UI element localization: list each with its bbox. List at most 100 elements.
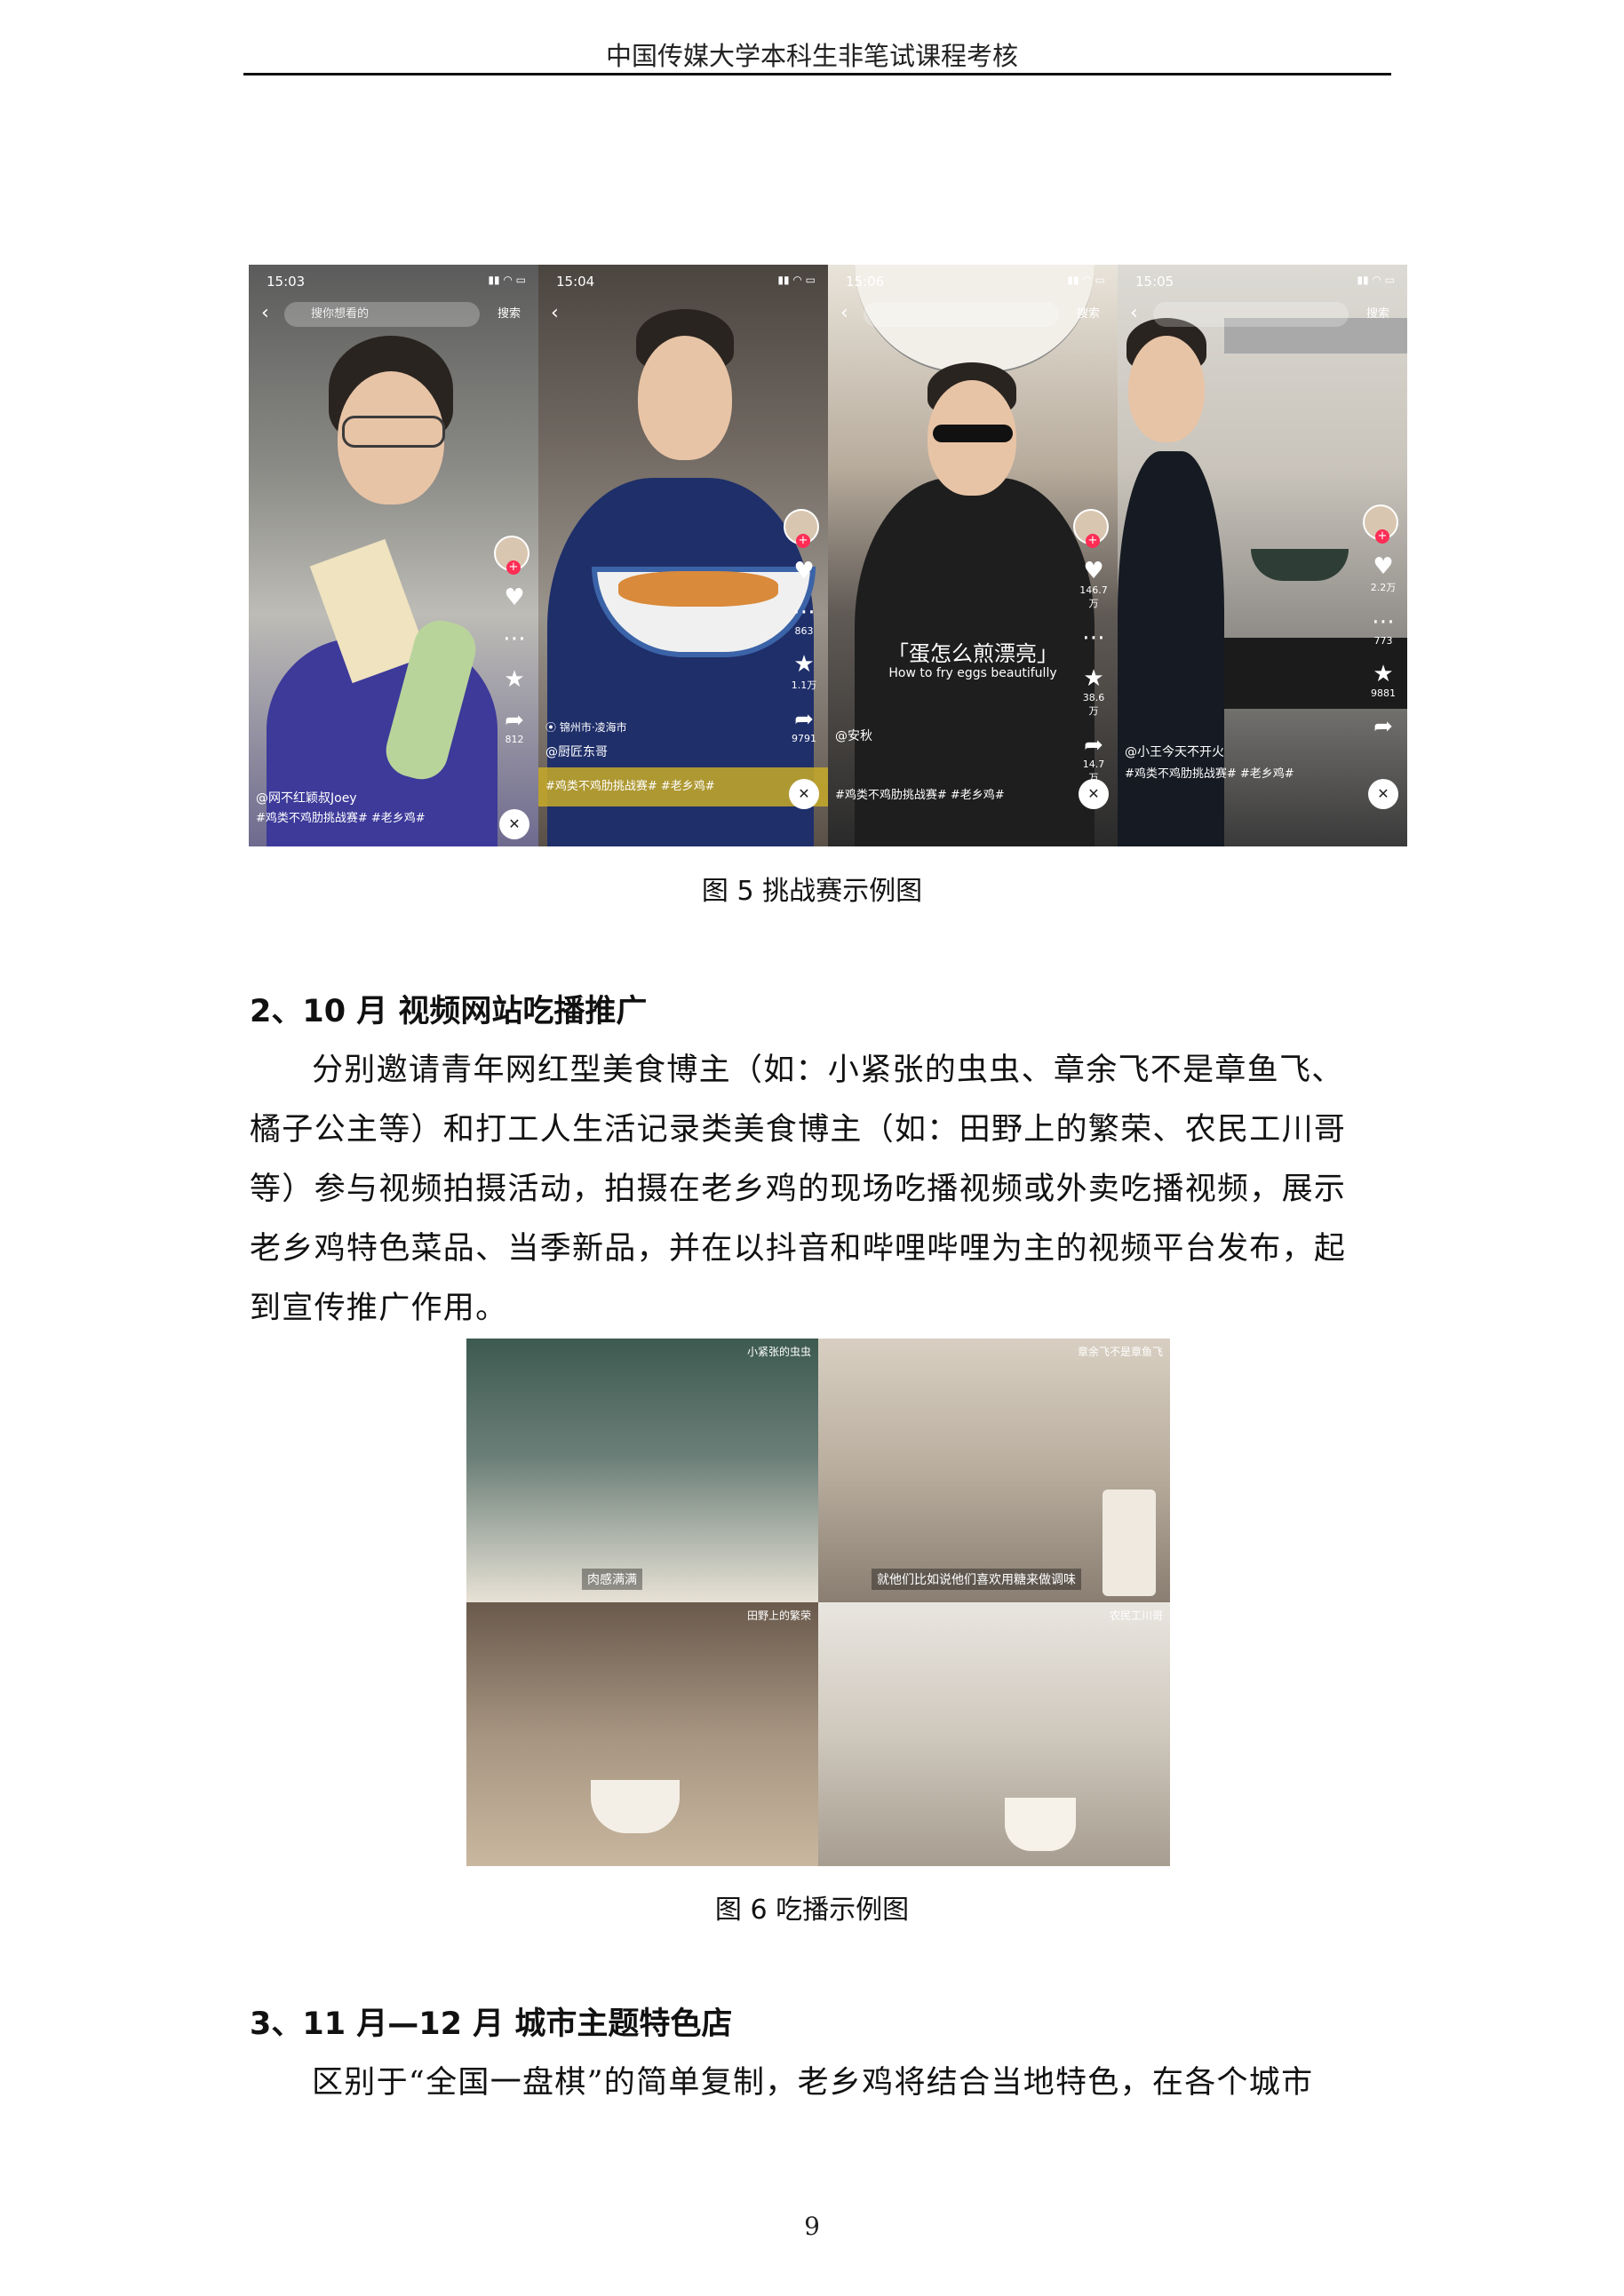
star-icon[interactable]: ★: [789, 651, 819, 678]
video-background: [466, 1339, 818, 1602]
mukbang-tile-2: 章余飞不是章鱼飞 就他们比如说他们喜欢用糖来做调味: [818, 1339, 1170, 1602]
action-column: ♥ 2.2万 ⋯ 773 ★ 9881 ➦: [1368, 553, 1398, 754]
search-input[interactable]: [864, 302, 1059, 327]
food: [618, 571, 778, 607]
mukbang-tile-1: 小紧张的虫虫 肉感满满: [466, 1339, 818, 1602]
signal-icons: ▮▮ ◠ ▭: [1357, 274, 1395, 286]
mukbang-tile-4: 农民工川哥: [818, 1602, 1170, 1866]
comment-icon[interactable]: ⋯: [1368, 608, 1398, 635]
location-label: 锦州市·凌海市: [559, 721, 627, 734]
favorite-count: 1.1万: [791, 679, 817, 691]
share-count: 812: [505, 734, 524, 745]
mute-icon[interactable]: ✕: [1368, 779, 1398, 809]
status-time: 15:05: [1135, 274, 1174, 290]
heart-icon[interactable]: ♥: [1079, 558, 1109, 584]
figure-6-caption: 图 6 吃播示例图: [714, 1895, 910, 1926]
hashtag-text[interactable]: #鸡类不鸡肋挑战赛# #老乡鸡#: [545, 776, 715, 793]
video-subtitle: 肉感满满: [582, 1569, 642, 1590]
search-bar: ‹: [551, 302, 819, 327]
search-button[interactable]: 搜索: [1366, 302, 1389, 327]
star-icon[interactable]: ★: [499, 666, 529, 693]
status-time: 15:03: [267, 274, 306, 290]
signal-icons: ▮▮ ◠ ▭: [488, 274, 526, 286]
phone-screenshot-4: 15:05 ▮▮ ◠ ▭ ‹ 搜索 + ♥ 2.2万 ⋯ 773 ★ 9881 ➦ @…: [1118, 265, 1407, 846]
heart-icon[interactable]: ♥: [499, 584, 529, 611]
paragraph-line-2: 橘子公主等）和打工人生活记录类美食博主（如：田野上的繁荣、农民工川哥: [250, 1112, 1347, 1148]
creator-username[interactable]: @安秋: [835, 727, 872, 744]
figure-6-mukbang-examples: 小紧张的虫虫 肉感满满 章余飞不是章鱼飞 就他们比如说他们喜欢用糖来做调味 田野…: [466, 1339, 1170, 1866]
search-input[interactable]: [1153, 302, 1349, 327]
status-time: 15:06: [846, 274, 885, 290]
person-face: [638, 336, 732, 460]
food-bowl: [591, 1780, 680, 1833]
heart-icon[interactable]: ♥: [1368, 553, 1398, 580]
hashtag-text[interactable]: #鸡类不鸡肋挑战赛# #老乡鸡#: [256, 808, 426, 825]
video-subtitle: 「蛋怎么煎漂亮」: [888, 641, 1058, 666]
search-input[interactable]: 搜你想看的: [284, 302, 480, 327]
signal-icons: ▮▮ ◠ ▭: [777, 274, 816, 286]
share-icon[interactable]: ➦: [789, 706, 819, 733]
follow-plus-icon[interactable]: +: [796, 534, 810, 548]
paragraph-line-3: 等）参与视频拍摄活动，拍摄在老乡鸡的现场吃播视频或外卖吃播视频，展示: [250, 1172, 1347, 1207]
section-3-heading: 3、11 月—12 月 城市主题特色店: [250, 2006, 733, 2042]
person-face: [1128, 336, 1205, 442]
mute-icon[interactable]: ✕: [499, 809, 529, 839]
mute-icon[interactable]: ✕: [789, 779, 819, 809]
back-arrow-icon[interactable]: ‹: [840, 302, 848, 325]
paragraph-line: 区别于“全国一盘棋”的简单复制，老乡鸡将结合当地特色，在各个城市: [312, 2065, 1314, 2101]
creator-username[interactable]: @网不红颖叔Joey: [256, 789, 357, 806]
status-time: 15:04: [556, 274, 595, 290]
creator-label: 田野上的繁荣: [746, 1609, 811, 1622]
comment-count: 863: [794, 625, 814, 637]
figure-5-challenge-examples: 15:03 ▮▮ ◠ ▭ ‹ 搜你想看的 搜索 + ♥ ⋯ ★ ➦ 812 @网不…: [249, 265, 1409, 846]
glasses: [342, 416, 445, 448]
share-count: 9791: [792, 733, 816, 744]
share-icon[interactable]: ➦: [1079, 732, 1109, 759]
search-button[interactable]: 搜索: [498, 302, 521, 327]
share-icon[interactable]: ➦: [499, 707, 529, 734]
location-tag[interactable]: ⦿ 锦州市·凌海市: [545, 719, 627, 735]
phone-screenshot-1: 15:03 ▮▮ ◠ ▭ ‹ 搜你想看的 搜索 + ♥ ⋯ ★ ➦ 812 @网不…: [249, 265, 538, 846]
creator-label: 小紧张的虫虫: [746, 1346, 811, 1358]
star-icon[interactable]: ★: [1368, 661, 1398, 687]
hashtag-text[interactable]: #鸡类不鸡肋挑战赛# #老乡鸡#: [835, 785, 1005, 802]
comment-count: 773: [1373, 635, 1393, 647]
paragraph-line-4: 老乡鸡特色菜品、当季新品，并在以抖音和哔哩哔哩为主的视频平台发布，起: [250, 1231, 1347, 1267]
creator-label: 农民工川哥: [1109, 1609, 1163, 1622]
favorite-count: 9881: [1371, 687, 1396, 699]
like-count: 146.7万: [1079, 584, 1108, 609]
follow-plus-icon[interactable]: +: [506, 560, 521, 575]
sunglasses: [933, 425, 1013, 442]
heart-icon[interactable]: ♥: [789, 558, 819, 584]
back-arrow-icon[interactable]: ‹: [261, 302, 269, 325]
video-subtitle: 就他们比如说他们喜欢用糖来做调味: [872, 1569, 1081, 1590]
paragraph-line-1: 分别邀请青年网红型美食博主（如：小紧张的虫虫、章余飞不是章鱼飞、: [312, 1053, 1344, 1088]
search-button[interactable]: 搜索: [1077, 302, 1100, 327]
creator-username[interactable]: @厨匠东哥: [545, 743, 608, 760]
phone-screenshot-2: 15:04 ▮▮ ◠ ▭ ‹ + ♥ ⋯ 863 ★ 1.1万 ➦ 9791 ⦿ 锦州…: [538, 265, 828, 846]
video-subtitle-english: How to fry eggs beautifully: [888, 666, 1057, 680]
creator-label: 章余飞不是章鱼飞: [1077, 1346, 1163, 1358]
comment-icon[interactable]: ⋯: [499, 625, 529, 652]
follow-plus-icon[interactable]: +: [1375, 529, 1389, 544]
action-column: ♥ ⋯ 863 ★ 1.1万 ➦ 9791: [789, 558, 819, 759]
page-number: 9: [804, 2212, 820, 2241]
action-column: ♥ ⋯ ★ ➦ 812: [499, 584, 529, 759]
comment-icon[interactable]: ⋯: [789, 599, 819, 625]
favorite-count: 38.6万: [1082, 692, 1105, 717]
search-bar: ‹ 搜索: [840, 302, 1109, 327]
share-icon[interactable]: ➦: [1368, 713, 1398, 740]
section-2-heading: 2、10 月 视频网站吃播推广: [250, 994, 648, 1029]
creator-username[interactable]: @小王今天不开火: [1125, 743, 1224, 760]
search-bar: ‹ 搜索: [1130, 302, 1398, 327]
back-arrow-icon[interactable]: ‹: [551, 302, 559, 325]
page-header: 中国传媒大学本科生非笔试课程考核: [605, 41, 1018, 71]
drink-cup: [1103, 1490, 1156, 1596]
signal-icons: ▮▮ ◠ ▭: [1067, 274, 1105, 286]
hashtag-text[interactable]: #鸡类不鸡肋挑战赛# #老乡鸡#: [1125, 764, 1294, 781]
mute-icon[interactable]: ✕: [1079, 779, 1109, 809]
back-arrow-icon[interactable]: ‹: [1130, 302, 1138, 325]
mukbang-tile-3: 田野上的繁荣: [466, 1602, 818, 1866]
follow-plus-icon[interactable]: +: [1086, 534, 1100, 548]
person-body: [1118, 451, 1224, 846]
